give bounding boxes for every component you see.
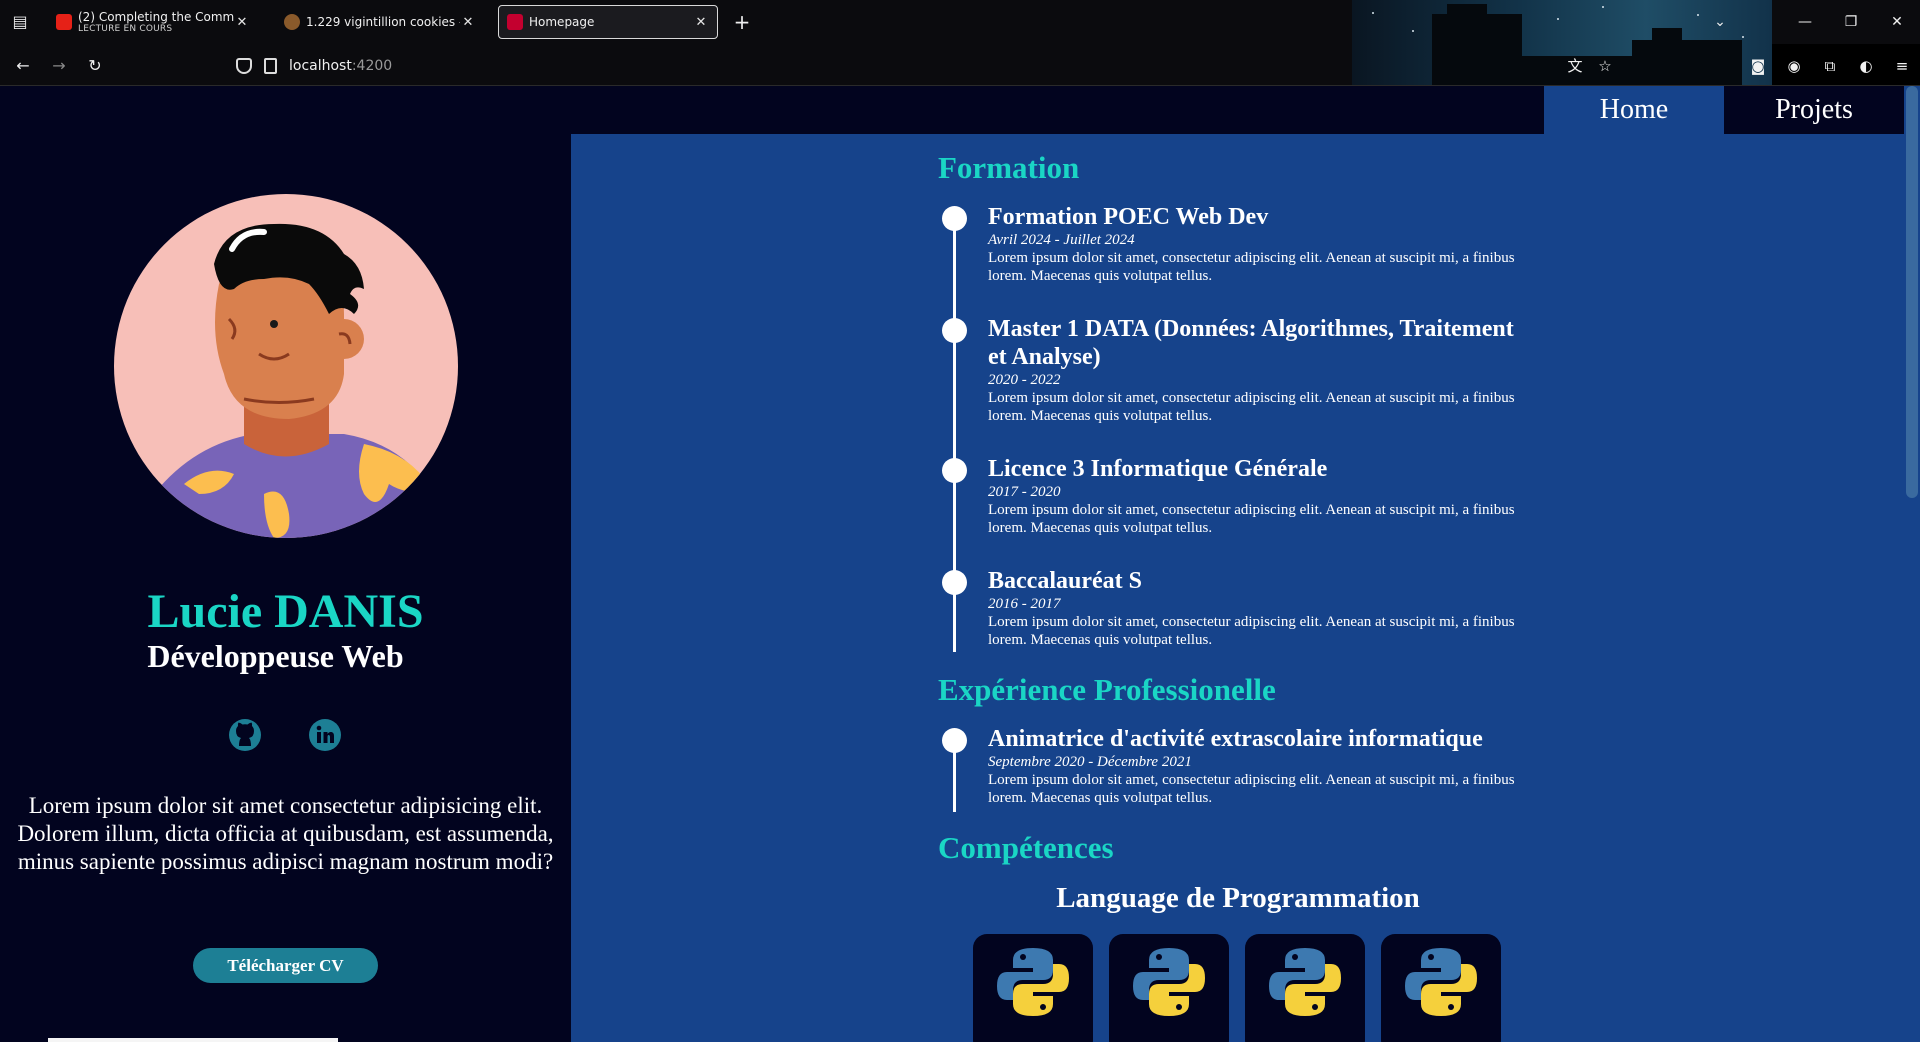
avatar bbox=[114, 194, 458, 538]
tab-title: 1.229 vigintillion cookies - Cool bbox=[306, 15, 460, 29]
profile-role: Développeuse Web bbox=[147, 638, 404, 674]
youtube-icon bbox=[56, 14, 72, 30]
entry-date: 2020 - 2022 bbox=[988, 372, 1061, 388]
extensions-icon[interactable]: ⧉ bbox=[1812, 53, 1848, 79]
entry-text: Lorem ipsum dolor sit amet, consectetur … bbox=[988, 250, 1515, 284]
section-title-experience: Expérience Professionelle bbox=[938, 672, 1276, 707]
restore-button[interactable]: ❐ bbox=[1828, 0, 1874, 44]
entry-title: Licence 3 Informatique Générale bbox=[988, 456, 1328, 482]
url-bar[interactable]: localhost:4200 bbox=[236, 53, 392, 79]
entry-date: Avril 2024 - Juillet 2024 bbox=[988, 232, 1135, 248]
timeline-dot bbox=[942, 570, 967, 595]
url-host: localhost bbox=[289, 58, 352, 74]
profile-sidebar: Lucie DANIS Développeuse Web Lorem ipsum… bbox=[0, 86, 571, 1042]
shield-icon[interactable] bbox=[236, 58, 252, 74]
tab-title: (2) Completing the Community bbox=[78, 10, 234, 24]
minimize-button[interactable]: — bbox=[1782, 0, 1828, 44]
profile-name: Lucie DANIS bbox=[147, 585, 424, 638]
section-title-competences: Compétences bbox=[938, 830, 1114, 865]
pocket-icon[interactable]: ◙ bbox=[1740, 53, 1776, 79]
python-icon bbox=[1269, 948, 1341, 1016]
skill-card[interactable] bbox=[1381, 934, 1501, 1042]
forward-button[interactable]: → bbox=[46, 53, 72, 79]
entry-title: Animatrice d'activité extrascolaire info… bbox=[988, 726, 1483, 752]
tab-homepage[interactable]: Homepage ✕ bbox=[498, 5, 718, 39]
download-cv-button[interactable]: Télécharger CV bbox=[193, 948, 378, 983]
section-title-formation: Formation bbox=[938, 150, 1080, 185]
star-icon[interactable]: ☆ bbox=[1590, 53, 1620, 79]
entry-title: Master 1 DATA (Données: Algorithmes, Tra… bbox=[988, 316, 1514, 370]
menu-icon[interactable]: ≡ bbox=[1884, 53, 1920, 79]
timeline-entry: Master 1 DATA (Données: Algorithmes, Tra… bbox=[988, 315, 1528, 425]
cookie-icon bbox=[284, 14, 300, 30]
timeline-entry: Baccalauréat S 2016 - 2017 Lorem ipsum d… bbox=[988, 567, 1528, 649]
timeline-entry: Animatrice d'activité extrascolaire info… bbox=[988, 725, 1528, 807]
translate-icon[interactable]: 文 bbox=[1560, 53, 1590, 79]
timeline-entry: Formation POEC Web Dev Avril 2024 - Juil… bbox=[988, 203, 1528, 285]
skill-card[interactable] bbox=[1109, 934, 1229, 1042]
scrollbar[interactable] bbox=[1904, 86, 1920, 1042]
close-tab-icon[interactable]: ✕ bbox=[234, 15, 250, 30]
tab-youtube[interactable]: (2) Completing the Community LECTURE EN … bbox=[48, 5, 258, 39]
scroll-indicator bbox=[48, 1038, 338, 1042]
page-icon bbox=[264, 58, 277, 74]
angular-icon bbox=[507, 14, 523, 30]
page-viewport: Lucie DANIS Développeuse Web Lorem ipsum… bbox=[0, 86, 1920, 1042]
python-icon bbox=[997, 948, 1069, 1016]
tab-list-button[interactable]: ▤ bbox=[8, 10, 32, 34]
account-icon[interactable]: ◉ bbox=[1776, 53, 1812, 79]
python-icon bbox=[1405, 948, 1477, 1016]
back-button[interactable]: ← bbox=[10, 53, 36, 79]
top-menu: Home Projets bbox=[1544, 86, 1904, 134]
window-controls: — ❐ ✕ bbox=[1782, 0, 1920, 44]
url-port: :4200 bbox=[351, 58, 393, 74]
timeline-entry: Licence 3 Informatique Générale 2017 - 2… bbox=[988, 455, 1528, 537]
chevron-down-icon[interactable]: ⌄ bbox=[1708, 10, 1732, 34]
skill-card[interactable] bbox=[973, 934, 1093, 1042]
github-icon[interactable] bbox=[228, 718, 262, 752]
profile-bio: Lorem ipsum dolor sit amet consectetur a… bbox=[17, 793, 554, 874]
nav-home[interactable]: Home bbox=[1544, 86, 1724, 134]
timeline-dot bbox=[942, 206, 967, 231]
entry-text: Lorem ipsum dolor sit amet, consectetur … bbox=[988, 390, 1515, 424]
close-window-button[interactable]: ✕ bbox=[1874, 0, 1920, 44]
nav-projets[interactable]: Projets bbox=[1724, 86, 1904, 134]
entry-date: 2017 - 2020 bbox=[988, 484, 1061, 500]
reload-button[interactable]: ↻ bbox=[82, 53, 108, 79]
tab-title: Homepage bbox=[529, 15, 595, 29]
skills-subtitle: Language de Programmation bbox=[1056, 882, 1420, 914]
tab-subtitle: LECTURE EN COURS bbox=[78, 24, 173, 34]
new-tab-button[interactable]: + bbox=[730, 10, 754, 34]
tab-cookies[interactable]: 1.229 vigintillion cookies - Cool ✕ bbox=[276, 5, 484, 39]
entry-title: Baccalauréat S bbox=[988, 568, 1142, 594]
nav-bar-overlay: ← → ↻ localhost:4200 文 ☆ ◙ ◉ ⧉ ◐ ≡ bbox=[0, 44, 1920, 86]
entry-text: Lorem ipsum dolor sit amet, consectetur … bbox=[988, 614, 1515, 648]
timeline-dot bbox=[942, 458, 967, 483]
scrollbar-thumb[interactable] bbox=[1906, 86, 1918, 498]
entry-date: Septembre 2020 - Décembre 2021 bbox=[988, 754, 1192, 770]
close-tab-icon[interactable]: ✕ bbox=[693, 15, 709, 30]
close-tab-icon[interactable]: ✕ bbox=[460, 15, 476, 30]
entry-date: 2016 - 2017 bbox=[988, 596, 1061, 612]
timeline-dot bbox=[942, 728, 967, 753]
timeline-dot bbox=[942, 318, 967, 343]
skill-card[interactable] bbox=[1245, 934, 1365, 1042]
extension-icon[interactable]: ◐ bbox=[1848, 53, 1884, 79]
entry-text: Lorem ipsum dolor sit amet, consectetur … bbox=[988, 502, 1515, 536]
entry-text: Lorem ipsum dolor sit amet, consectetur … bbox=[988, 772, 1515, 806]
linkedin-icon[interactable] bbox=[308, 718, 342, 752]
python-icon bbox=[1133, 948, 1205, 1016]
entry-title: Formation POEC Web Dev bbox=[988, 204, 1269, 230]
